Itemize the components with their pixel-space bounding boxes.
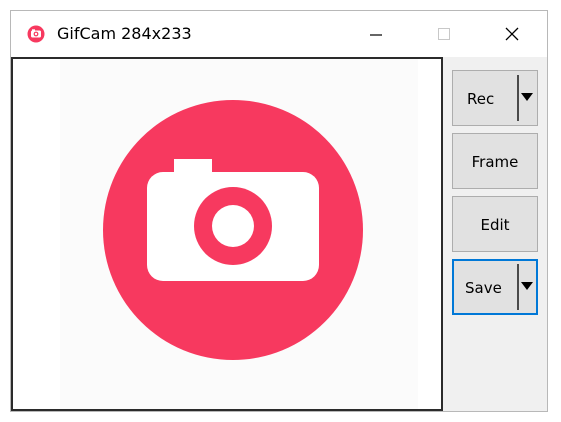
edit-button-label: Edit — [480, 216, 510, 234]
minimize-button[interactable] — [353, 11, 399, 57]
save-button-label: Save — [465, 279, 502, 297]
gifcam-app-icon — [27, 25, 45, 43]
capture-area[interactable] — [11, 57, 443, 411]
save-split-divider — [517, 264, 519, 310]
rec-dropdown-arrow-icon[interactable] — [521, 93, 533, 101]
window-title: GifCam 284x233 — [57, 24, 192, 43]
close-button[interactable] — [489, 11, 535, 57]
minimize-icon — [370, 34, 382, 36]
camera-logo — [103, 100, 363, 360]
edit-button[interactable]: Edit — [452, 196, 538, 252]
rec-split-divider — [517, 75, 519, 121]
frame-button-label: Frame — [471, 153, 519, 171]
maximize-button[interactable] — [421, 11, 467, 57]
frame-button[interactable]: Frame — [452, 133, 538, 189]
close-icon — [505, 27, 519, 41]
title-bar[interactable]: GifCam 284x233 — [11, 11, 547, 57]
save-dropdown-arrow-icon[interactable] — [521, 282, 533, 290]
maximize-icon — [438, 28, 450, 40]
save-button[interactable]: Save — [452, 259, 538, 315]
rec-button[interactable]: Rec — [452, 70, 538, 126]
gifcam-window: GifCam 284x233 Rec Frame Edit Save — [10, 10, 548, 412]
rec-button-label: Rec — [467, 90, 495, 108]
